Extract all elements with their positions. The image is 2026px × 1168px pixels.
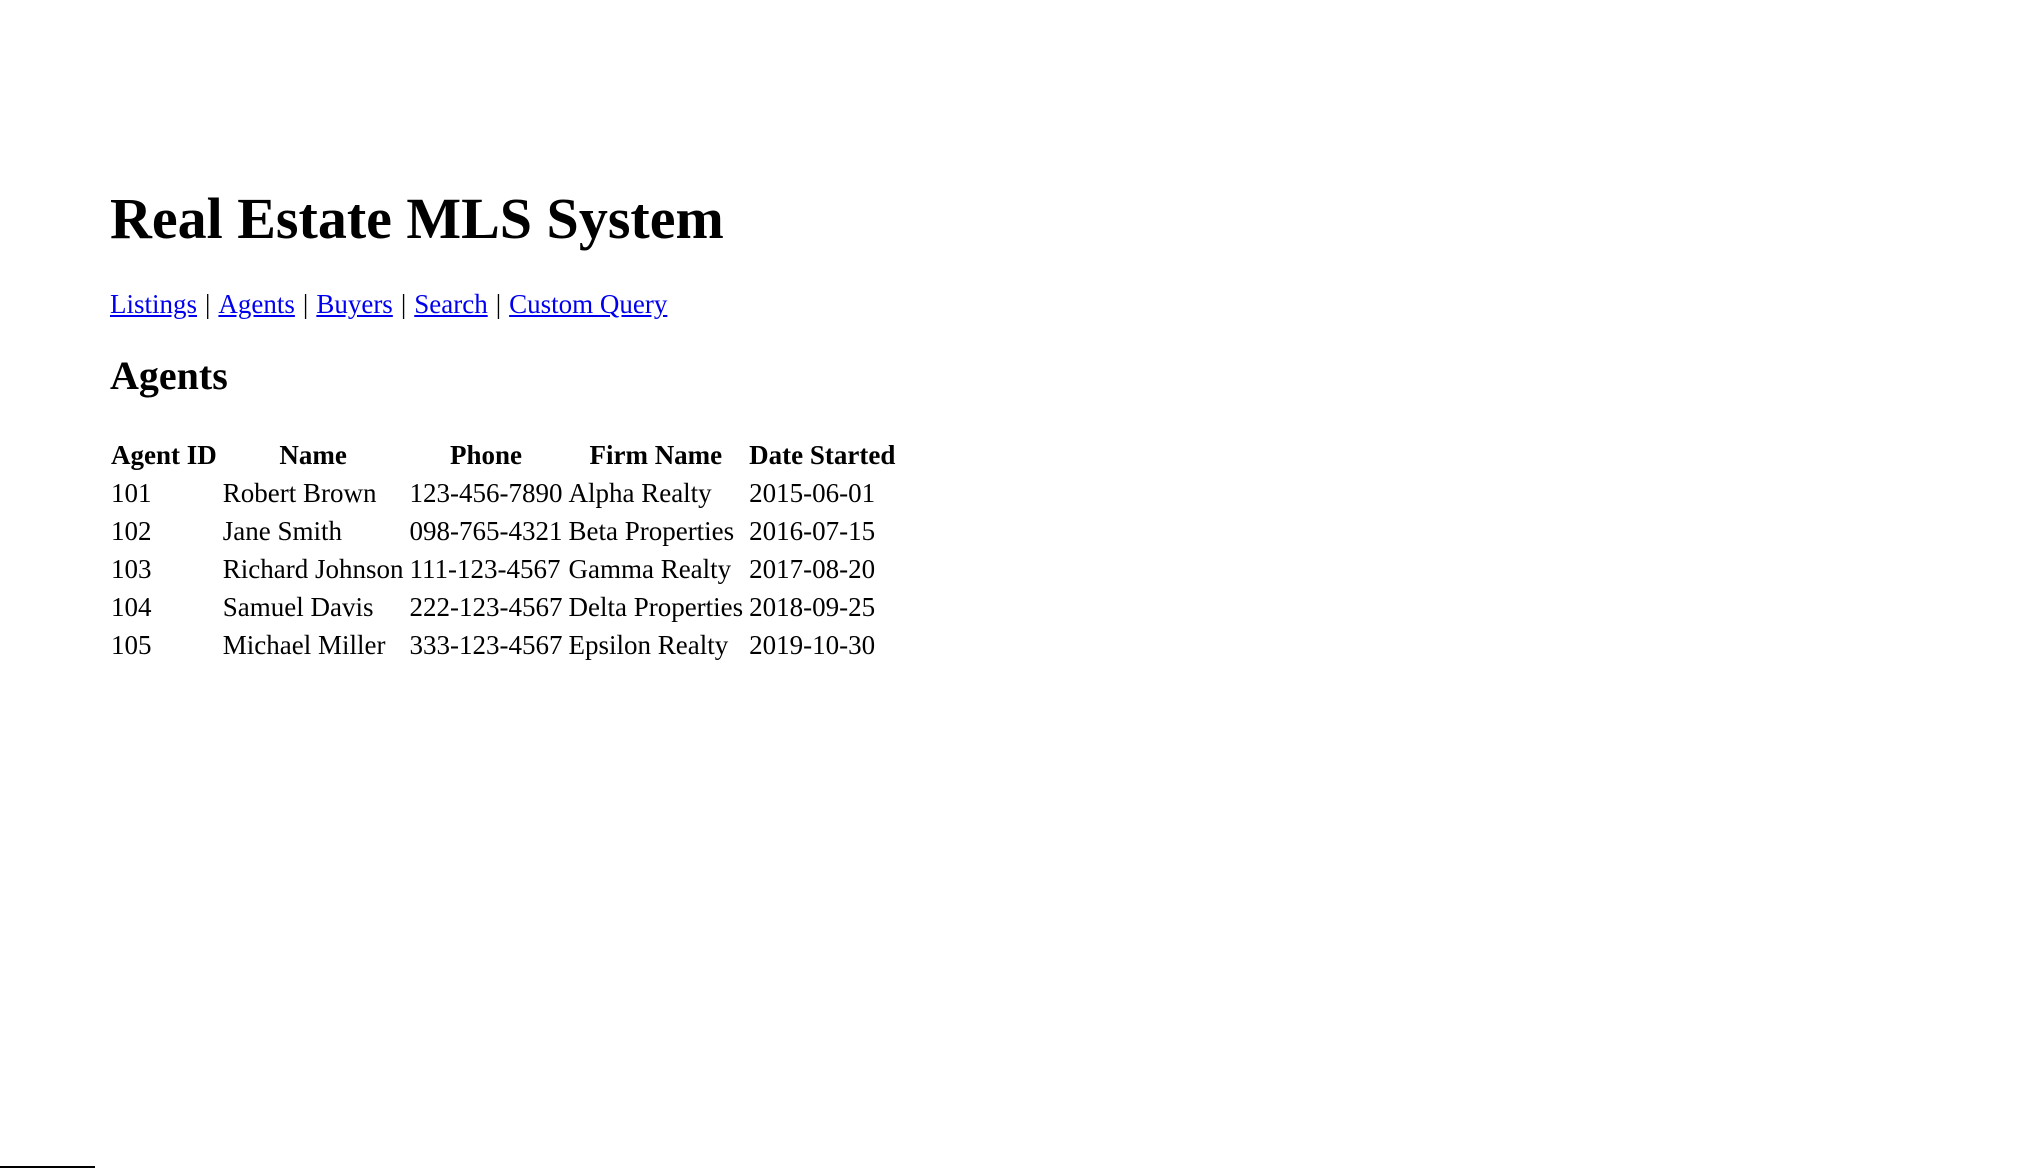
page-title: Real Estate MLS System: [110, 186, 724, 251]
cell-date-started: 2016-07-15: [749, 515, 876, 546]
cell-agent-id: 105: [111, 629, 152, 660]
column-header-agent-id: Agent ID: [111, 439, 217, 470]
cell-firm-name: Beta Properties: [568, 515, 735, 546]
nav-link-search[interactable]: Search: [414, 289, 487, 319]
column-header-date-started: Date Started: [749, 439, 896, 470]
column-header-name: Name: [279, 439, 347, 470]
nav-link-custom-query[interactable]: Custom Query: [509, 289, 667, 319]
cell-name: Richard Johnson: [222, 553, 404, 584]
main-nav: Listings | Agents | Buyers | Search | Custom Que…: [110, 288, 900, 320]
section-heading: Agents: [110, 353, 228, 399]
cell-agent-id: 104: [111, 591, 152, 622]
column-header-phone: Phone: [449, 439, 522, 470]
cell-firm-name: Gamma Realty: [568, 553, 732, 584]
cell-name: Samuel Davis: [222, 591, 374, 622]
column-header-firm-name: Firm Name: [589, 439, 723, 470]
cell-agent-id: 101: [111, 477, 152, 508]
cell-name: Robert Brown: [222, 477, 377, 508]
cell-date-started: 2015-06-01: [749, 477, 876, 508]
nav-link-agents[interactable]: Agents: [218, 289, 295, 319]
nav-separator: |: [302, 289, 309, 319]
nav-link-listings[interactable]: Listings: [110, 289, 197, 319]
cell-firm-name: Alpha Realty: [568, 477, 712, 508]
cell-name: Michael Miller: [222, 629, 386, 660]
cell-date-started: 2019-10-30: [749, 629, 876, 660]
cell-date-started: 2018-09-25: [749, 591, 876, 622]
nav-link-buyers[interactable]: Buyers: [316, 289, 393, 319]
agents-table: Agent ID Name Phone Firm Name Date Start…: [106, 434, 900, 666]
table-row: 104 Samuel Davis 222-123-4567 Delta Prop…: [110, 590, 896, 624]
table-row: 102 Jane Smith 098-765-4321 Beta Propert…: [110, 514, 896, 548]
cell-phone: 123-456-7890: [409, 477, 563, 508]
cell-firm-name: Epsilon Realty: [568, 629, 729, 660]
nav-separator: |: [495, 289, 502, 319]
nav-separator: |: [400, 289, 407, 319]
cell-agent-id: 102: [111, 515, 152, 546]
table-row: 101 Robert Brown 123-456-7890 Alpha Real…: [110, 476, 896, 510]
cell-date-started: 2017-08-20: [749, 553, 876, 584]
cell-phone: 098-765-4321: [409, 515, 563, 546]
cell-agent-id: 103: [111, 553, 152, 584]
cell-firm-name: Delta Properties: [568, 591, 744, 622]
cell-phone: 222-123-4567: [409, 591, 563, 622]
table-row: 105 Michael Miller 333-123-4567 Epsilon …: [110, 628, 896, 662]
cell-name: Jane Smith: [222, 515, 342, 546]
table-header-row: Agent ID Name Phone Firm Name Date Start…: [110, 438, 896, 472]
table-row: 103 Richard Johnson 111-123-4567 Gamma R…: [110, 552, 896, 586]
nav-separator: |: [205, 289, 211, 319]
cell-phone: 111-123-4567: [409, 553, 561, 584]
cell-phone: 333-123-4567: [409, 629, 563, 660]
page-content: Real Estate MLS System Listings | Agents | B…: [110, 0, 900, 666]
